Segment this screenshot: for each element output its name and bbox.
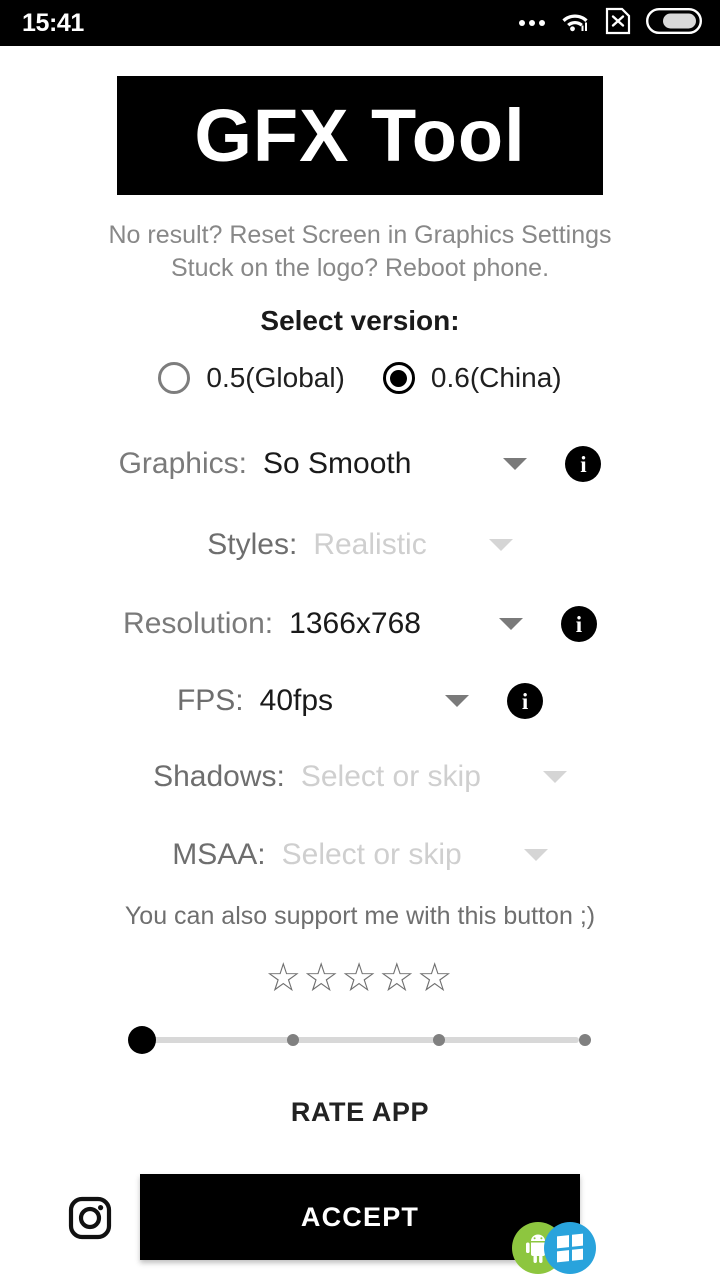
- instagram-icon: [68, 1196, 112, 1240]
- shadows-label: Shadows:: [153, 760, 285, 793]
- fps-chevron-down-icon[interactable]: [445, 695, 470, 707]
- resolution-info-icon[interactable]: i: [560, 606, 597, 642]
- setting-row-fps: FPS: 40fps i: [0, 683, 720, 719]
- rate-app-button[interactable]: RATE APP: [0, 1097, 720, 1128]
- setting-row-resolution: Resolution: 1366x768 i: [0, 606, 720, 642]
- wifi-icon: [560, 9, 590, 38]
- battery-icon: [646, 7, 702, 39]
- msaa-value[interactable]: Select or skip: [282, 838, 462, 872]
- graphics-info-icon[interactable]: i: [565, 446, 602, 482]
- msaa-label: MSAA:: [172, 838, 266, 871]
- app-logo-text: GFX Tool: [194, 93, 526, 177]
- hint-text-block: No result? Reset Screen in Graphics Sett…: [0, 219, 720, 285]
- radio-unchecked-icon[interactable]: [158, 362, 191, 394]
- platform-badge[interactable]: [512, 1222, 596, 1274]
- windows-icon[interactable]: [544, 1222, 596, 1274]
- support-amount-slider[interactable]: [128, 1026, 592, 1054]
- support-message: You can also support me with this button…: [124, 902, 596, 930]
- sim-no-service-icon: [605, 7, 631, 40]
- radio-checked-icon[interactable]: [382, 362, 415, 394]
- graphics-label: Graphics:: [118, 447, 247, 480]
- version-radio-group: 0.5(Global) 0.6(China): [0, 362, 720, 394]
- app-screen: 15:41 GFX Tool No result? Reset Screen i…: [0, 0, 720, 1280]
- more-dots-icon: [519, 20, 545, 26]
- fps-label: FPS:: [176, 684, 244, 717]
- instagram-button[interactable]: [64, 1192, 116, 1244]
- status-clock: 15:41: [22, 8, 84, 37]
- slider-tick-1[interactable]: [287, 1034, 299, 1046]
- version-option-global[interactable]: 0.5(Global): [158, 362, 345, 394]
- setting-row-msaa: MSAA: Select or skip: [0, 838, 720, 872]
- version-option-global-label: 0.5(Global): [206, 362, 345, 393]
- msaa-chevron-down-icon[interactable]: [523, 849, 548, 861]
- slider-tick-3[interactable]: [579, 1034, 591, 1046]
- resolution-value[interactable]: 1366x768: [289, 607, 421, 641]
- graphics-value[interactable]: So Smooth: [263, 447, 411, 481]
- status-icon-group: [519, 7, 702, 40]
- select-version-title: Select version:: [260, 305, 460, 336]
- setting-row-styles: Styles: Realistic: [0, 528, 720, 562]
- shadows-chevron-down-icon[interactable]: [542, 771, 567, 783]
- setting-row-graphics: Graphics: So Smooth i: [0, 446, 720, 482]
- star-rating[interactable]: ☆☆☆☆☆: [0, 958, 720, 998]
- styles-value[interactable]: Realistic: [313, 528, 426, 562]
- slider-track[interactable]: [141, 1037, 579, 1043]
- resolution-chevron-down-icon[interactable]: [498, 618, 523, 630]
- graphics-chevron-down-icon[interactable]: [503, 458, 528, 470]
- styles-chevron-down-icon[interactable]: [488, 539, 513, 551]
- hint-line-2: Stuck on the logo? Reboot phone.: [170, 254, 550, 282]
- setting-row-shadows: Shadows: Select or skip: [0, 760, 720, 794]
- status-bar: 15:41: [0, 0, 720, 46]
- fps-info-icon[interactable]: i: [507, 683, 544, 719]
- slider-thumb[interactable]: [128, 1026, 156, 1054]
- slider-tick-2[interactable]: [433, 1034, 445, 1046]
- version-option-china[interactable]: 0.6(China): [382, 362, 562, 394]
- resolution-label: Resolution:: [123, 607, 274, 640]
- shadows-value[interactable]: Select or skip: [301, 760, 481, 794]
- fps-value[interactable]: 40fps: [260, 684, 333, 718]
- styles-label: Styles:: [207, 528, 298, 561]
- version-option-china-label: 0.6(China): [430, 362, 562, 393]
- hint-line-1: No result? Reset Screen in Graphics Sett…: [108, 221, 612, 249]
- app-logo-banner: GFX Tool: [117, 76, 603, 195]
